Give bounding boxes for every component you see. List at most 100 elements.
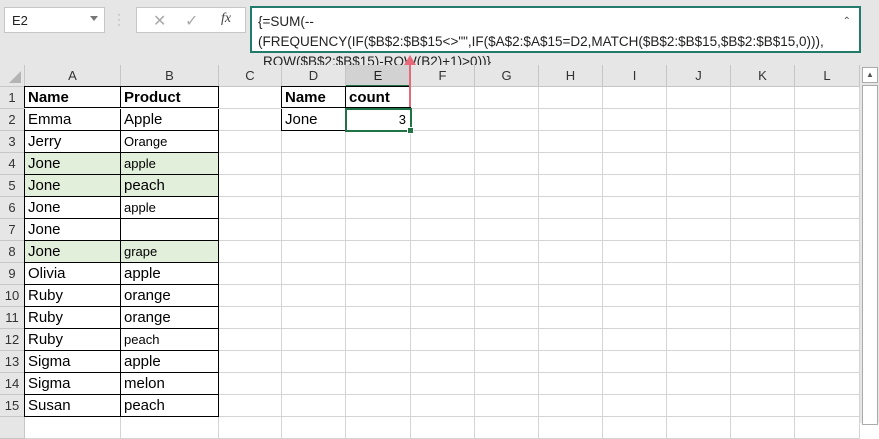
cell-G12[interactable] bbox=[475, 329, 539, 351]
name-box[interactable]: E2 bbox=[4, 7, 105, 33]
row-header-8[interactable]: 8 bbox=[0, 241, 25, 263]
cell-C12[interactable] bbox=[219, 329, 282, 351]
scroll-up-icon[interactable]: ▲ bbox=[862, 67, 878, 83]
cell-D12[interactable] bbox=[282, 329, 346, 351]
cell-E16[interactable] bbox=[346, 417, 411, 439]
cell-I1[interactable] bbox=[603, 87, 667, 109]
cell-K9[interactable] bbox=[731, 263, 795, 285]
cell-I2[interactable] bbox=[603, 109, 667, 131]
cell-G3[interactable] bbox=[475, 131, 539, 153]
cell-D14[interactable] bbox=[282, 373, 346, 395]
cell-E3[interactable] bbox=[346, 131, 411, 153]
cell-A5[interactable]: Jone bbox=[24, 175, 121, 197]
cell-I8[interactable] bbox=[603, 241, 667, 263]
cell-E15[interactable] bbox=[346, 395, 411, 417]
cell-F3[interactable] bbox=[411, 131, 475, 153]
cell-H7[interactable] bbox=[539, 219, 603, 241]
cell-E13[interactable] bbox=[346, 351, 411, 373]
cell-J16[interactable] bbox=[667, 417, 731, 439]
cell-L10[interactable] bbox=[795, 285, 860, 307]
cell-G15[interactable] bbox=[475, 395, 539, 417]
cell-B5[interactable]: peach bbox=[121, 175, 219, 197]
cell-B12[interactable]: peach bbox=[121, 329, 219, 351]
cell-I16[interactable] bbox=[603, 417, 667, 439]
cell-I3[interactable] bbox=[603, 131, 667, 153]
cell-D4[interactable] bbox=[282, 153, 346, 175]
cell-K16[interactable] bbox=[731, 417, 795, 439]
row-header-16[interactable] bbox=[0, 417, 25, 439]
cell-G13[interactable] bbox=[475, 351, 539, 373]
column-header-H[interactable]: H bbox=[539, 65, 603, 87]
cell-B1[interactable]: Product bbox=[121, 86, 219, 108]
cell-F9[interactable] bbox=[411, 263, 475, 285]
row-header-4[interactable]: 4 bbox=[0, 153, 25, 175]
column-header-A[interactable]: A bbox=[25, 65, 121, 87]
cell-E12[interactable] bbox=[346, 329, 411, 351]
cell-C10[interactable] bbox=[219, 285, 282, 307]
cell-C5[interactable] bbox=[219, 175, 282, 197]
cell-B7[interactable] bbox=[121, 219, 219, 241]
cell-C1[interactable] bbox=[219, 87, 282, 109]
cell-B10[interactable]: orange bbox=[121, 285, 219, 307]
cell-B11[interactable]: orange bbox=[121, 307, 219, 329]
cell-C4[interactable] bbox=[219, 153, 282, 175]
cell-E5[interactable] bbox=[346, 175, 411, 197]
cell-A10[interactable]: Ruby bbox=[24, 285, 121, 307]
cell-J15[interactable] bbox=[667, 395, 731, 417]
cell-E14[interactable] bbox=[346, 373, 411, 395]
cell-C14[interactable] bbox=[219, 373, 282, 395]
cell-L5[interactable] bbox=[795, 175, 860, 197]
cell-J2[interactable] bbox=[667, 109, 731, 131]
cell-L9[interactable] bbox=[795, 263, 860, 285]
collapse-formula-bar-icon[interactable]: ⌃ bbox=[843, 12, 851, 32]
cell-H14[interactable] bbox=[539, 373, 603, 395]
cell-D3[interactable] bbox=[282, 131, 346, 153]
cell-A2[interactable]: Emma bbox=[24, 109, 121, 131]
cell-F8[interactable] bbox=[411, 241, 475, 263]
column-header-F[interactable]: F bbox=[411, 65, 475, 87]
row-header-2[interactable]: 2 bbox=[0, 109, 25, 131]
cell-J5[interactable] bbox=[667, 175, 731, 197]
cell-H1[interactable] bbox=[539, 87, 603, 109]
cell-C11[interactable] bbox=[219, 307, 282, 329]
cell-D13[interactable] bbox=[282, 351, 346, 373]
cell-A9[interactable]: Olivia bbox=[24, 263, 121, 285]
cell-G8[interactable] bbox=[475, 241, 539, 263]
cell-F15[interactable] bbox=[411, 395, 475, 417]
cell-L11[interactable] bbox=[795, 307, 860, 329]
cell-L12[interactable] bbox=[795, 329, 860, 351]
cell-K6[interactable] bbox=[731, 197, 795, 219]
cell-G7[interactable] bbox=[475, 219, 539, 241]
cell-H8[interactable] bbox=[539, 241, 603, 263]
chevron-down-icon[interactable] bbox=[90, 16, 98, 21]
cell-L16[interactable] bbox=[795, 417, 860, 439]
cell-B9[interactable]: apple bbox=[121, 263, 219, 285]
cell-G14[interactable] bbox=[475, 373, 539, 395]
scrollbar-track[interactable] bbox=[862, 85, 878, 425]
cell-G6[interactable] bbox=[475, 197, 539, 219]
cell-K3[interactable] bbox=[731, 131, 795, 153]
cell-K4[interactable] bbox=[731, 153, 795, 175]
cell-G9[interactable] bbox=[475, 263, 539, 285]
cell-G16[interactable] bbox=[475, 417, 539, 439]
cell-L6[interactable] bbox=[795, 197, 860, 219]
cell-F4[interactable] bbox=[411, 153, 475, 175]
cell-E1[interactable]: count bbox=[346, 86, 411, 108]
cell-D6[interactable] bbox=[282, 197, 346, 219]
cell-C3[interactable] bbox=[219, 131, 282, 153]
cell-A3[interactable]: Jerry bbox=[24, 131, 121, 153]
cell-I9[interactable] bbox=[603, 263, 667, 285]
cell-J1[interactable] bbox=[667, 87, 731, 109]
cell-J10[interactable] bbox=[667, 285, 731, 307]
cell-J12[interactable] bbox=[667, 329, 731, 351]
cell-H11[interactable] bbox=[539, 307, 603, 329]
cell-J3[interactable] bbox=[667, 131, 731, 153]
column-header-G[interactable]: G bbox=[475, 65, 539, 87]
column-header-K[interactable]: K bbox=[731, 65, 795, 87]
cell-H10[interactable] bbox=[539, 285, 603, 307]
cell-E6[interactable] bbox=[346, 197, 411, 219]
column-header-C[interactable]: C bbox=[219, 65, 282, 87]
row-header-7[interactable]: 7 bbox=[0, 219, 25, 241]
cell-F2[interactable] bbox=[411, 109, 475, 131]
cell-I7[interactable] bbox=[603, 219, 667, 241]
